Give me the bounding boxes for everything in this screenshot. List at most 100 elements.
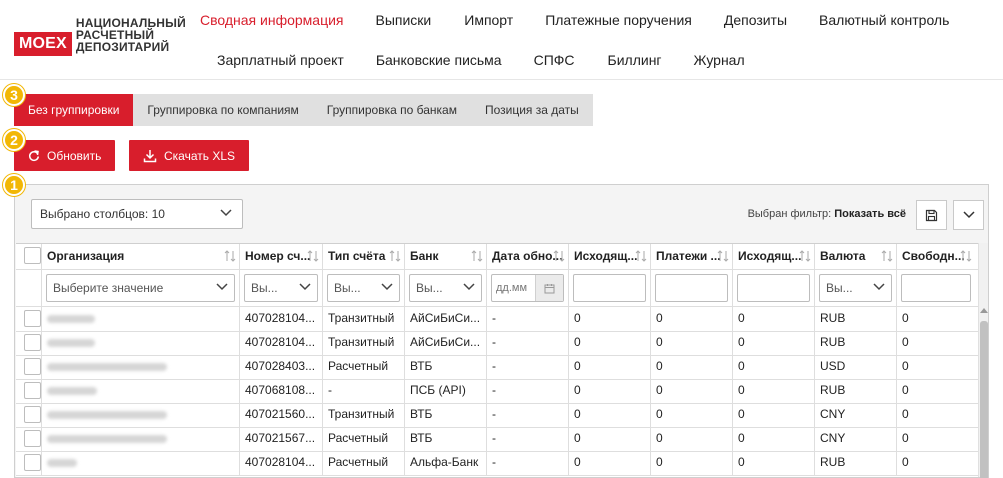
nav-summary[interactable]: Сводная информация [200,12,344,28]
sort-icon[interactable] [553,249,565,263]
sort-icon[interactable] [389,249,401,263]
cell-account: 407028104... [240,331,323,355]
scroll-thumb[interactable] [980,321,988,478]
col-header-free-balance[interactable]: Свободн... [897,244,975,269]
table-row[interactable]: 407028104... Транзитный АйСиБиСи... -0 0 0 RUB… [16,307,980,332]
filter-bank-select[interactable]: Вы... [409,274,482,302]
refresh-icon [29,149,40,161]
table-row[interactable]: 407028403... Расчетный ВТБ -0 0 0 USD 0 [16,355,980,380]
moex-logo[interactable]: MOEX НАЦИОНАЛЬНЫЙ РАСЧЕТНЫЙ ДЕПОЗИТАРИЙ [14,14,186,56]
table-row[interactable]: 407028104... Транзитный АйСиБиСи... -0 0 0 RUB… [16,331,980,356]
cell-bank: ВТБ [405,355,487,379]
columns-selector[interactable]: Выбрано столбцов: 10 [31,199,243,229]
cell-bank: ВТБ [405,403,487,427]
cell-currency: RUB [815,331,897,355]
more-options-button[interactable] [953,200,984,230]
row-checkbox[interactable] [24,310,41,327]
row-checkbox[interactable] [24,454,41,471]
nav-journal[interactable]: Журнал [694,52,745,68]
filter-outgoing-2-input[interactable] [737,274,810,302]
filter-date-input[interactable]: дд.мм [491,274,564,302]
row-checkbox[interactable] [24,406,41,423]
cell-payments: 0 [651,307,733,331]
table-row[interactable]: 407021567... Расчетный ВТБ -0 0 0 CNY 0 [16,427,980,452]
row-checkbox[interactable] [24,334,41,351]
row-checkbox[interactable] [24,430,41,447]
cell-organization [42,427,240,451]
cell-payments: 0 [651,403,733,427]
col-header-outgoing-2[interactable]: Исходящ... [733,244,815,269]
row-select-cell [16,307,42,331]
filter-organization-select[interactable]: Выберите значение [46,274,235,302]
table-scrollbar[interactable] [978,243,988,478]
nav-bank-letters[interactable]: Банковские письма [376,52,502,68]
cell-account: 407068108... [240,379,323,403]
table-header-row: Организация Номер сч... Тип счёта Банк Д… [16,244,980,270]
table-row[interactable]: 407021560... Транзитный ВТБ -0 0 0 CNY 0 [16,403,980,428]
nav-salary-project[interactable]: Зарплатный проект [217,52,344,68]
table-row[interactable]: 407068108... - ПСБ (API) -0 0 0 RUB 0 [16,379,980,404]
logo-text: НАЦИОНАЛЬНЫЙ РАСЧЕТНЫЙ ДЕПОЗИТАРИЙ [76,17,186,53]
cell-account-type: Транзитный [323,331,405,355]
filter-account-select[interactable]: Вы... [244,274,318,302]
filter-currency-select[interactable]: Вы... [819,274,892,302]
accounts-table: Организация Номер сч... Тип счёта Банк Д… [16,243,980,477]
save-view-button[interactable] [916,200,947,230]
cell-account: 407028104... [240,451,323,475]
tab-no-grouping[interactable]: Без группировки [14,94,134,126]
cell-account-type: Транзитный [323,307,405,331]
sort-icon[interactable] [471,249,483,263]
tab-group-by-bank[interactable]: Группировка по банкам [313,94,471,126]
refresh-button[interactable]: Обновить [14,140,116,171]
sort-icon[interactable] [960,249,972,263]
nav-currency-control[interactable]: Валютный контроль [819,12,949,28]
col-header-outgoing-1[interactable]: Исходящ... [569,244,651,269]
step-badge-3: 3 [3,84,25,106]
col-header-update-date[interactable]: Дата обно... [487,244,569,269]
nav-deposits[interactable]: Депозиты [724,12,787,28]
filter-outgoing-1-input[interactable] [573,274,646,302]
cell-payments: 0 [651,355,733,379]
scroll-up-icon[interactable] [980,307,988,313]
cell-organization [42,403,240,427]
sort-icon[interactable] [224,249,236,263]
row-checkbox[interactable] [24,358,41,375]
download-xls-button[interactable]: Скачать XLS [129,140,250,171]
nav-spfs[interactable]: СПФС [534,52,575,68]
col-header-account-type[interactable]: Тип счёта [323,244,405,269]
col-header-account[interactable]: Номер сч... [240,244,323,269]
col-header-label: Организация [47,249,125,263]
grouping-tabs: Без группировки Группировка по компаниям… [14,94,593,126]
cell-free-balance: 0 [902,407,909,421]
col-header-organization[interactable]: Организация [42,244,240,269]
select-all-checkbox[interactable] [24,247,41,264]
nav-payment-orders[interactable]: Платежные поручения [545,12,692,28]
filter-placeholder: Вы... [416,281,443,295]
sort-icon[interactable] [799,249,811,263]
filter-type-select[interactable]: Вы... [327,274,400,302]
sort-icon[interactable] [635,249,647,263]
col-header-payments[interactable]: Платежи ... [651,244,733,269]
nav-billing[interactable]: Биллинг [608,52,662,68]
col-header-currency[interactable]: Валюта [815,244,897,269]
cell-outgoing-1: 0 [569,355,651,379]
calendar-button[interactable] [535,275,563,301]
cell-update-date: - [487,427,569,451]
sort-icon[interactable] [307,249,319,263]
nav-import[interactable]: Импорт [464,12,513,28]
col-header-bank[interactable]: Банк [405,244,487,269]
tab-position-by-dates[interactable]: Позиция за даты [471,94,593,126]
filter-label: Выбран фильтр: [747,208,832,220]
filter-payments-input[interactable] [655,274,728,302]
chevron-down-icon [873,283,885,291]
row-select-cell [16,451,42,475]
chevron-down-icon [463,283,475,291]
filter-free-balance-input[interactable] [901,274,971,302]
row-checkbox[interactable] [24,382,41,399]
sort-icon[interactable] [881,249,893,263]
cell-bank: ПСБ (API) [405,379,487,403]
tab-group-by-company[interactable]: Группировка по компаниям [133,94,312,126]
table-row[interactable]: 407028104... Расчетный Альфа-Банк -0 0 0 RUB 0 [16,451,980,476]
sort-icon[interactable] [717,249,729,263]
nav-statements[interactable]: Выписки [376,12,432,28]
